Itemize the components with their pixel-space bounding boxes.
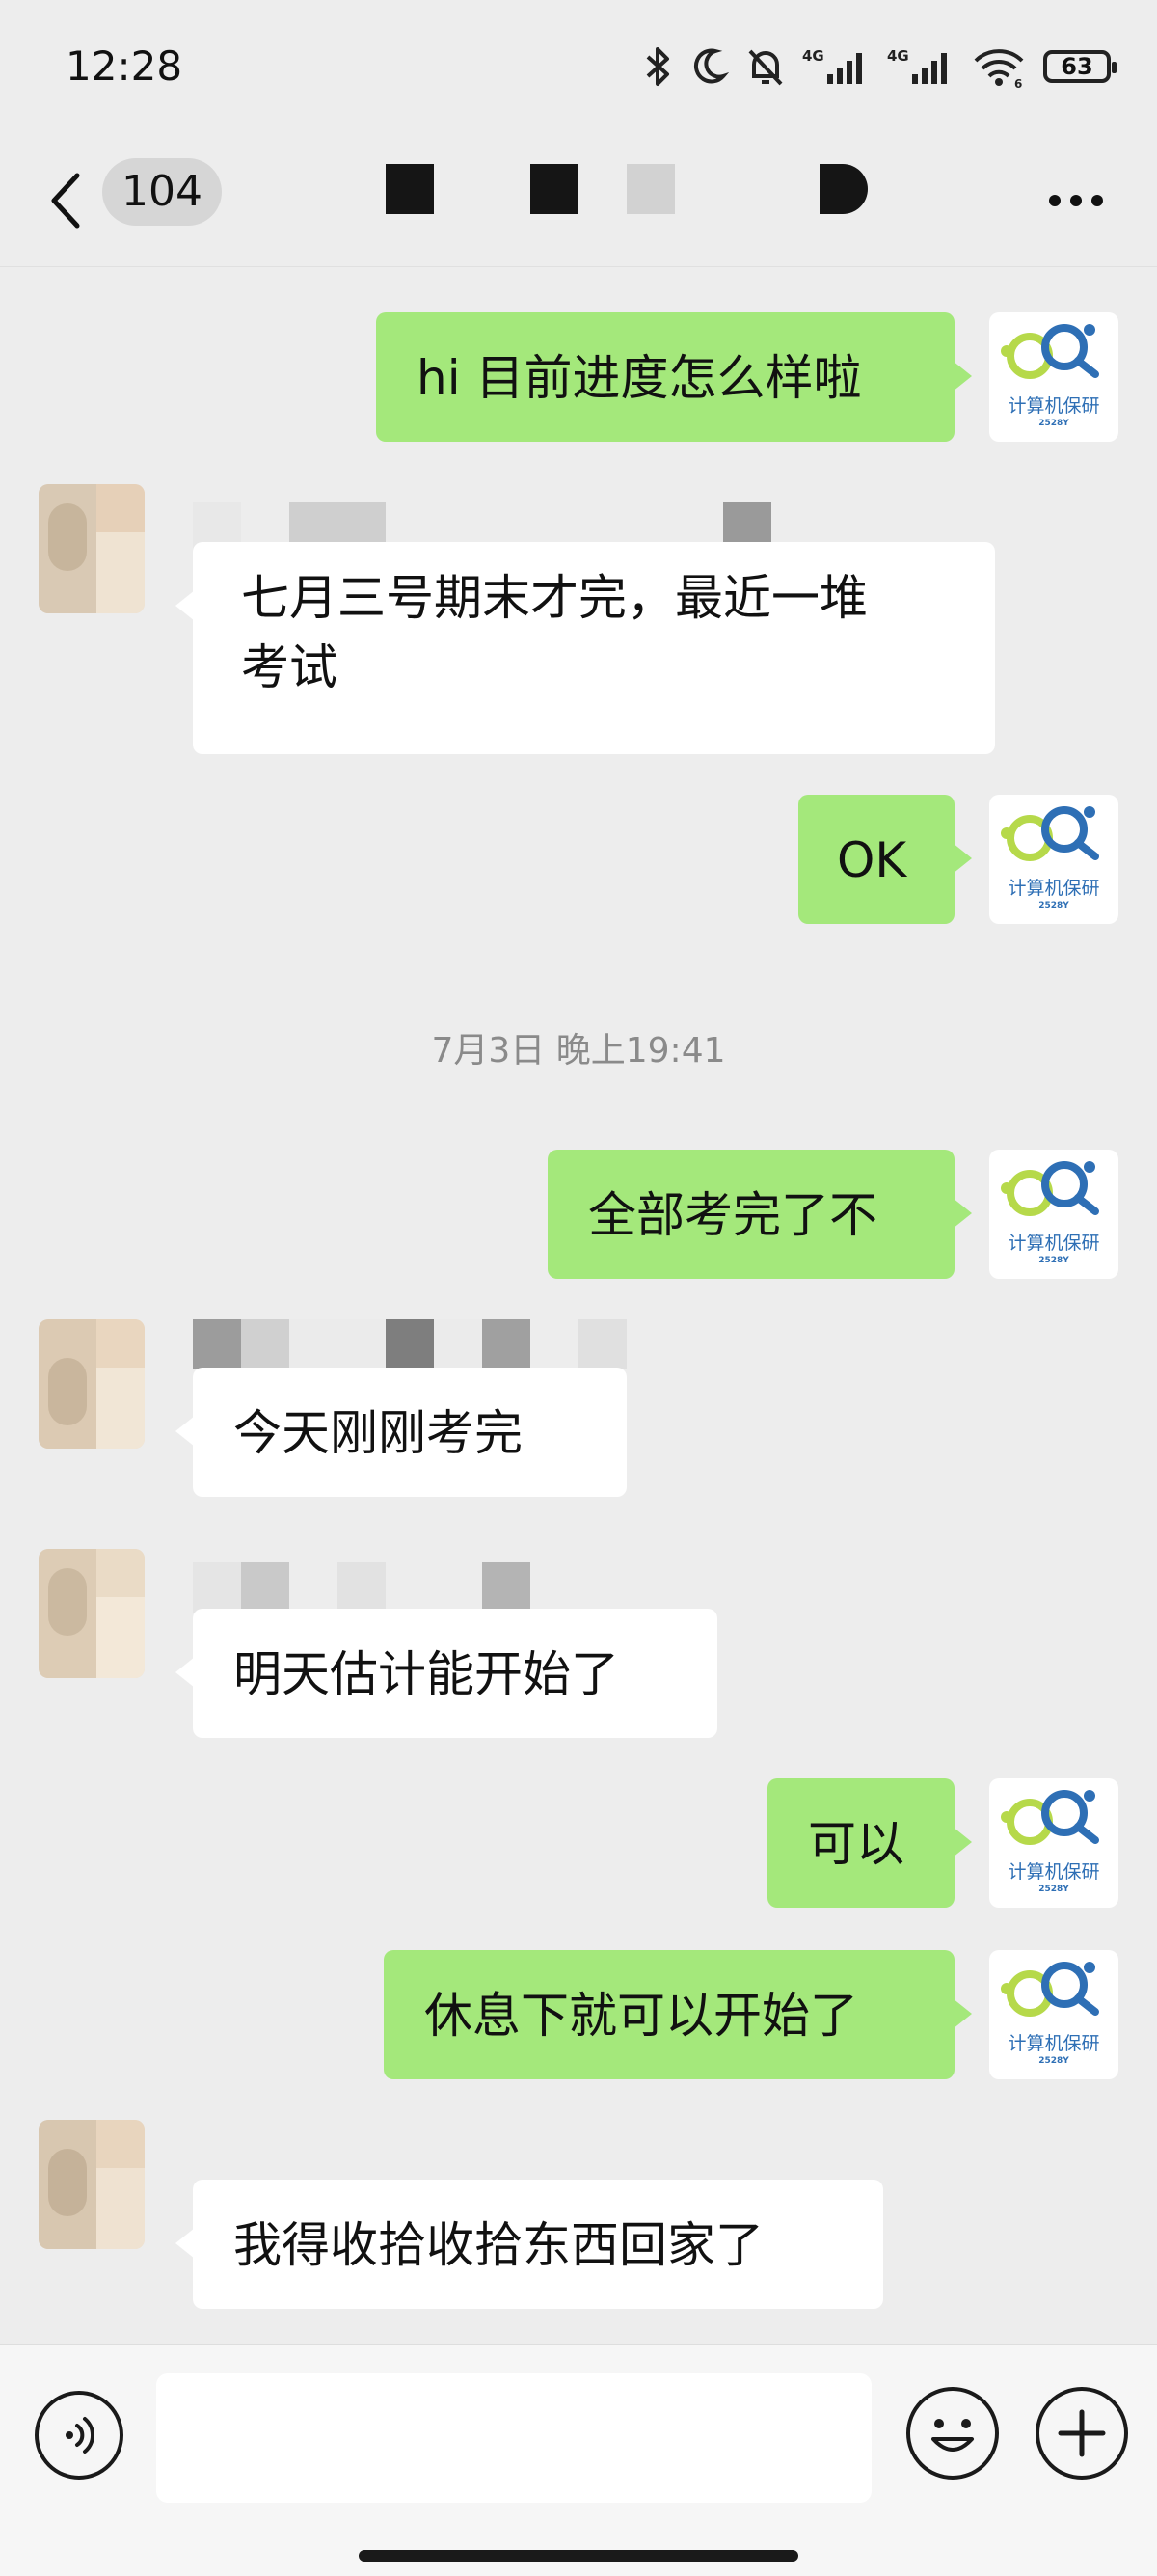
- chat-title-redacted: [386, 164, 887, 216]
- smiley-icon: [931, 2419, 974, 2452]
- my-avatar[interactable]: 计算机保研 2528Y: [989, 312, 1118, 442]
- contact-message-bubble[interactable]: 我得收拾收拾东西回家了: [175, 2180, 883, 2309]
- signal-icon-1: 4G: [802, 41, 870, 93]
- contact-avatar[interactable]: [39, 484, 145, 613]
- message-text: hi 目前进度怎么样啦: [417, 350, 862, 406]
- network-type-1: 4G: [802, 47, 824, 65]
- unread-count-badge[interactable]: 104: [102, 158, 222, 226]
- battery-icon: 63: [1043, 41, 1117, 93]
- back-button[interactable]: [48, 162, 96, 239]
- logo-year: 2528Y: [1038, 901, 1069, 910]
- logo-text: 计算机保研: [1008, 2033, 1100, 2054]
- status-time: 12:28: [66, 42, 183, 90]
- my-message-bubble[interactable]: hi 目前进度怎么样啦: [376, 312, 972, 442]
- message-text: 可以: [808, 1816, 904, 1872]
- wifi-sub-label: 6: [1014, 77, 1022, 88]
- logo-year: 2528Y: [1038, 1256, 1069, 1265]
- message-text-line-2: 考试: [241, 639, 337, 695]
- chevron-left-icon: [51, 173, 80, 229]
- my-message-bubble[interactable]: 可以: [767, 1778, 972, 1908]
- my-message-bubble[interactable]: 休息下就可以开始了: [384, 1950, 972, 2079]
- my-avatar[interactable]: 计算机保研 2528Y: [989, 1950, 1118, 2079]
- my-message-bubble[interactable]: 全部考完了不: [548, 1150, 972, 1279]
- contact-message-bubble[interactable]: 七月三号期末才完，最近一堆 考试: [175, 542, 995, 754]
- message-text: OK: [837, 832, 907, 888]
- do-not-disturb-moon-icon: [690, 41, 729, 93]
- my-avatar[interactable]: 计算机保研 2528Y: [989, 795, 1118, 924]
- contact-avatar[interactable]: [39, 1549, 145, 1678]
- message-text: 休息下就可以开始了: [424, 1988, 858, 2044]
- wifi-icon: 6: [972, 41, 1026, 93]
- contact-name-redacted: [193, 1319, 627, 1369]
- voice-wave-icon: [66, 2417, 95, 2454]
- logo-text: 计算机保研: [1008, 395, 1100, 417]
- status-icons: 4G 4G 6 63: [644, 41, 1117, 93]
- bluetooth-icon: [644, 41, 673, 93]
- my-message-bubble[interactable]: OK: [798, 795, 972, 924]
- my-avatar[interactable]: 计算机保研 2528Y: [989, 1778, 1118, 1908]
- contact-message-bubble[interactable]: 今天刚刚考完: [175, 1368, 627, 1497]
- redaction-block: [386, 164, 434, 214]
- logo-text: 计算机保研: [1008, 1861, 1100, 1883]
- redaction-block: [530, 164, 578, 214]
- more-options-button[interactable]: [1037, 162, 1115, 239]
- home-indicator[interactable]: [359, 2550, 798, 2562]
- battery-level: 63: [1043, 50, 1117, 83]
- contact-message-bubble[interactable]: 明天估计能开始了: [175, 1609, 717, 1738]
- message-text: 今天刚刚考完: [233, 1405, 523, 1461]
- message-text: 明天估计能开始了: [233, 1646, 619, 1702]
- logo-icon: [1001, 1161, 1099, 1216]
- message-text: 全部考完了不: [588, 1187, 877, 1243]
- dot: [1049, 195, 1061, 206]
- logo-year: 2528Y: [1038, 2056, 1069, 2066]
- dot: [1070, 195, 1082, 206]
- logo-year: 2528Y: [1038, 1885, 1069, 1894]
- message-text-line-1: 七月三号期末才完，最近一堆: [241, 570, 868, 626]
- my-avatar[interactable]: 计算机保研 2528Y: [989, 1150, 1118, 1279]
- contact-avatar[interactable]: [39, 2120, 145, 2249]
- network-type-2: 4G: [887, 47, 909, 65]
- message-text: 我得收拾收拾东西回家了: [233, 2217, 764, 2273]
- redaction-block: [820, 164, 868, 214]
- logo-icon: [1001, 1962, 1099, 2017]
- contact-name-redacted: [193, 1562, 530, 1613]
- dot: [1091, 195, 1103, 206]
- more-functions-button[interactable]: [1036, 2387, 1128, 2480]
- logo-icon: [1001, 1790, 1099, 1845]
- chat-message-list[interactable]: hi 目前进度怎么样啦 计算机保研 2528Y 七月三号期末才完，最近一堆 考试…: [0, 266, 1157, 2344]
- logo-icon: [1001, 324, 1099, 379]
- status-bar: 12:28 4G 4G 6 63: [0, 0, 1157, 135]
- logo-text: 计算机保研: [1008, 1233, 1100, 1254]
- mute-bell-icon: [746, 41, 785, 93]
- message-timestamp: 7月3日 晚上19:41: [431, 1031, 726, 1071]
- contact-avatar[interactable]: [39, 1319, 145, 1449]
- input-bar: [0, 2344, 1157, 2576]
- logo-icon: [1001, 806, 1099, 861]
- plus-icon: [1058, 2409, 1106, 2457]
- voice-input-button[interactable]: [35, 2391, 123, 2480]
- message-input[interactable]: [156, 2373, 872, 2503]
- logo-text: 计算机保研: [1008, 878, 1100, 899]
- logo-year: 2528Y: [1038, 419, 1069, 428]
- signal-icon-2: 4G: [887, 41, 955, 93]
- redaction-block: [627, 164, 675, 214]
- chat-header: 104: [0, 135, 1157, 267]
- emoji-button[interactable]: [906, 2387, 999, 2480]
